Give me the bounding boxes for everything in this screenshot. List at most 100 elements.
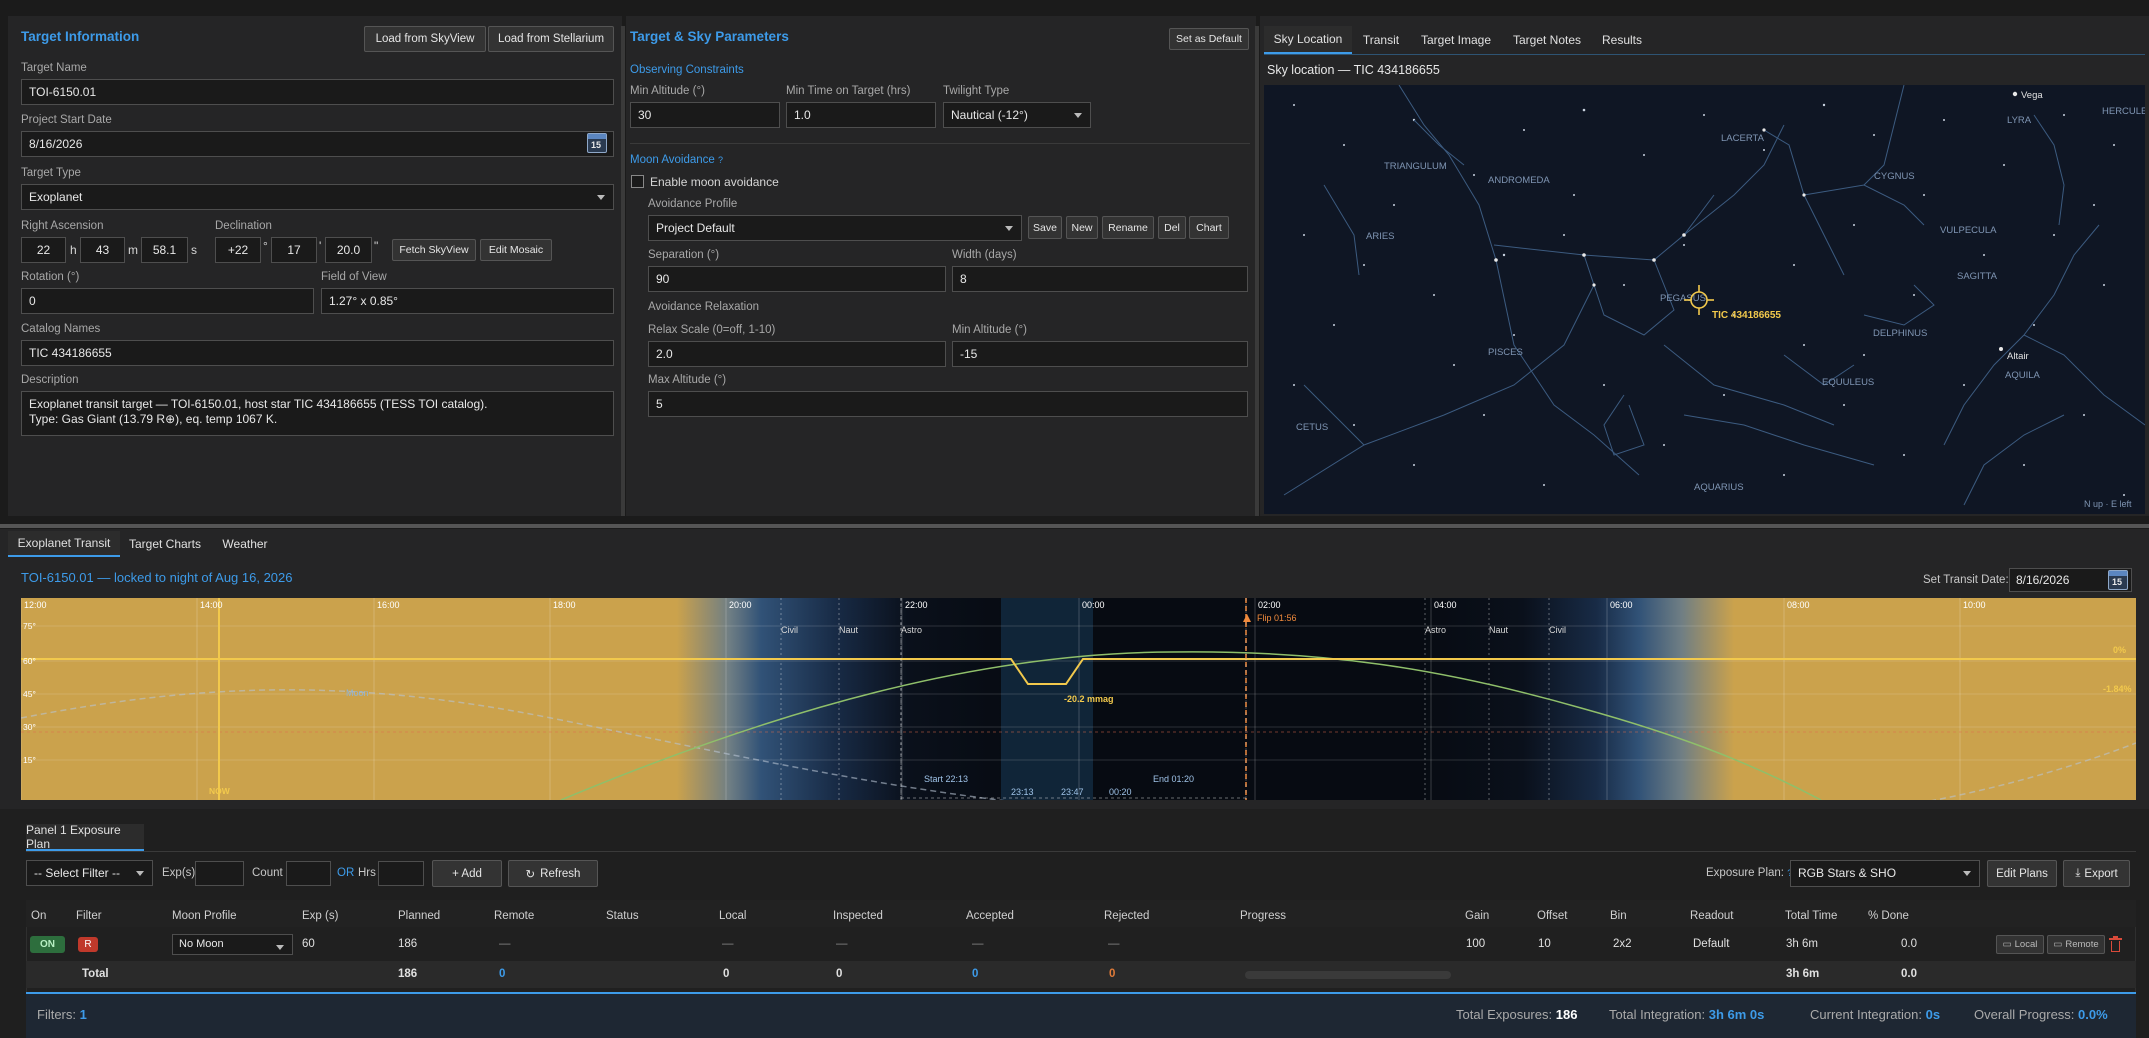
twilight-select[interactable]: Nautical (-12°) <box>943 102 1091 128</box>
row-moon-select[interactable]: No Moon <box>172 934 293 955</box>
dec-seconds-input[interactable]: 20.0 <box>325 237 372 263</box>
table-row[interactable] <box>26 929 2136 959</box>
dec-minutes-input[interactable]: 17 <box>271 237 317 263</box>
relax-min-alt-input[interactable]: -15 <box>952 341 1248 367</box>
ra-seconds-input[interactable]: 58.1 <box>141 237 188 263</box>
tab-results[interactable]: Results <box>1592 26 1652 54</box>
calendar-icon[interactable]: 15 <box>587 133 607 153</box>
target-type-select[interactable]: Exoplanet <box>21 184 614 210</box>
row-local-button[interactable]: ▭ Local <box>1996 935 2044 954</box>
constellation-aquarius: AQUARIUS <box>1694 482 1744 493</box>
dec-s-unit: " <box>374 239 379 253</box>
description-textarea[interactable]: Exoplanet transit target — TOI-6150.01, … <box>21 391 614 436</box>
sky-map[interactable]: LACERTA TRIANGULUM ANDROMEDA CYGNUS VULP… <box>1264 85 2145 514</box>
total-rejected: 0 <box>1109 968 1116 980</box>
add-button[interactable]: + Add <box>432 860 502 887</box>
constellation-lyra: LYRA <box>2007 115 2032 126</box>
or-label: OR <box>337 867 355 879</box>
row-gain[interactable]: 100 <box>1466 938 1485 950</box>
row-offset[interactable]: 10 <box>1538 938 1551 950</box>
ra-minutes-input[interactable]: 43 <box>80 237 125 263</box>
load-stellarium-button[interactable]: Load from Stellarium <box>488 26 614 52</box>
max-alt-input[interactable]: 5 <box>648 391 1248 417</box>
exposure-plan-select[interactable]: RGB Stars & SHO <box>1790 860 1980 887</box>
profile-rename-button[interactable]: Rename <box>1102 216 1154 239</box>
tab-exoplanet-transit[interactable]: Exoplanet Transit <box>8 531 120 557</box>
flip-label: Flip 01:56 <box>1257 613 1297 623</box>
tab-sky-location[interactable]: Sky Location <box>1264 26 1352 54</box>
enable-moon-checkbox[interactable] <box>631 175 644 188</box>
constellation-cygnus: CYGNUS <box>1874 171 1915 182</box>
total-done: 0.0 <box>1901 968 1917 980</box>
transit-chart[interactable]: 12:00 14:00 16:00 18:00 20:00 22:00 00:00 02:00… <box>21 598 2136 800</box>
profile-save-button[interactable]: Save <box>1028 216 1062 239</box>
filters-count: Filters: 1 <box>37 1007 87 1022</box>
dec-degrees-input[interactable]: +22 <box>215 237 261 263</box>
fetch-skyview-button[interactable]: Fetch SkyView <box>392 239 476 261</box>
trash-icon[interactable] <box>2109 936 2122 952</box>
tab-transit[interactable]: Transit <box>1352 26 1410 54</box>
col-done: % Done <box>1868 910 1909 922</box>
avoidance-profile-select[interactable]: Project Default <box>648 215 1022 241</box>
total-remote: 0 <box>499 968 506 980</box>
hrs-input[interactable] <box>378 861 424 886</box>
exp-input[interactable] <box>195 861 244 886</box>
profile-delete-button[interactable]: Del <box>1158 216 1186 239</box>
refresh-button[interactable]: ↻ Refresh <box>508 860 598 887</box>
tab-target-notes[interactable]: Target Notes <box>1502 26 1592 54</box>
width-input[interactable]: 8 <box>952 266 1248 292</box>
sky-map-title: Sky location — TIC 434186655 <box>1267 63 1440 77</box>
col-readout: Readout <box>1690 910 1734 922</box>
export-button[interactable]: ⤓ Export <box>2063 860 2130 887</box>
constellation-aries: ARIES <box>1366 231 1395 242</box>
edit-plans-button[interactable]: Edit Plans <box>1987 860 2057 887</box>
row-readout[interactable]: Default <box>1693 938 1729 950</box>
col-rejected: Rejected <box>1104 910 1150 922</box>
current-integration: Current Integration: 0s <box>1810 1007 1941 1022</box>
project-start-input[interactable]: 8/16/2026 <box>21 131 614 157</box>
row-planned[interactable]: 186 <box>398 938 417 950</box>
tab-panel-1-plan[interactable]: Panel 1 Exposure Plan <box>26 823 144 851</box>
rotation-input[interactable]: 0 <box>21 288 314 314</box>
tab-target-image[interactable]: Target Image <box>1410 26 1502 54</box>
col-filter: Filter <box>76 910 102 922</box>
rotation-label: Rotation (°) <box>21 271 80 283</box>
transit-t1: 23:13 <box>1011 787 1034 797</box>
filter-select[interactable]: -- Select Filter -- <box>26 860 153 886</box>
constellation-vulpecula: VULPECULA <box>1940 225 1997 236</box>
horizontal-splitter[interactable] <box>0 524 2149 528</box>
fov-input[interactable]: 1.27° x 0.85° <box>321 288 614 314</box>
col-planned: Planned <box>398 910 441 922</box>
ra-hours-input[interactable]: 22 <box>21 237 66 263</box>
col-gain: Gain <box>1465 910 1490 922</box>
help-icon[interactable]: ? <box>718 155 723 165</box>
row-remote-button[interactable]: ▭ Remote <box>2047 935 2105 954</box>
min-alt-input[interactable]: 30 <box>630 102 780 128</box>
profile-chart-button[interactable]: Chart <box>1189 216 1229 239</box>
alt-label-75: 75° <box>23 621 36 631</box>
set-default-button[interactable]: Set as Default <box>1169 28 1249 50</box>
relax-scale-input[interactable]: 2.0 <box>648 341 946 367</box>
count-input[interactable] <box>286 861 331 886</box>
row-exp[interactable]: 60 <box>302 938 315 950</box>
catalog-input[interactable]: TIC 434186655 <box>21 340 614 366</box>
transit-calendar-icon[interactable]: 15 <box>2108 570 2128 590</box>
row-on-toggle[interactable]: ON <box>30 936 65 953</box>
vertical-splitter-2[interactable] <box>1255 26 1259 516</box>
twilight-naut-morning: Naut <box>1489 625 1509 635</box>
row-bin[interactable]: 2x2 <box>1613 938 1632 950</box>
twilight-label: Twilight Type <box>943 85 1010 97</box>
time-tick-label: 22:00 <box>905 600 928 610</box>
target-name-input[interactable]: TOI-6150.01 <box>21 79 614 105</box>
min-time-input[interactable]: 1.0 <box>786 102 936 128</box>
load-skyview-button[interactable]: Load from SkyView <box>364 26 486 52</box>
ra-label: Right Ascension <box>21 220 104 232</box>
vertical-splitter-1[interactable] <box>621 26 625 516</box>
fov-label: Field of View <box>321 271 387 283</box>
tab-weather[interactable]: Weather <box>210 531 280 557</box>
sky-location-panel: Sky Location Transit Target Image Target… <box>1260 16 2149 516</box>
separation-input[interactable]: 90 <box>648 266 946 292</box>
profile-new-button[interactable]: New <box>1066 216 1098 239</box>
tab-target-charts[interactable]: Target Charts <box>120 531 210 557</box>
edit-mosaic-button[interactable]: Edit Mosaic <box>480 239 552 261</box>
